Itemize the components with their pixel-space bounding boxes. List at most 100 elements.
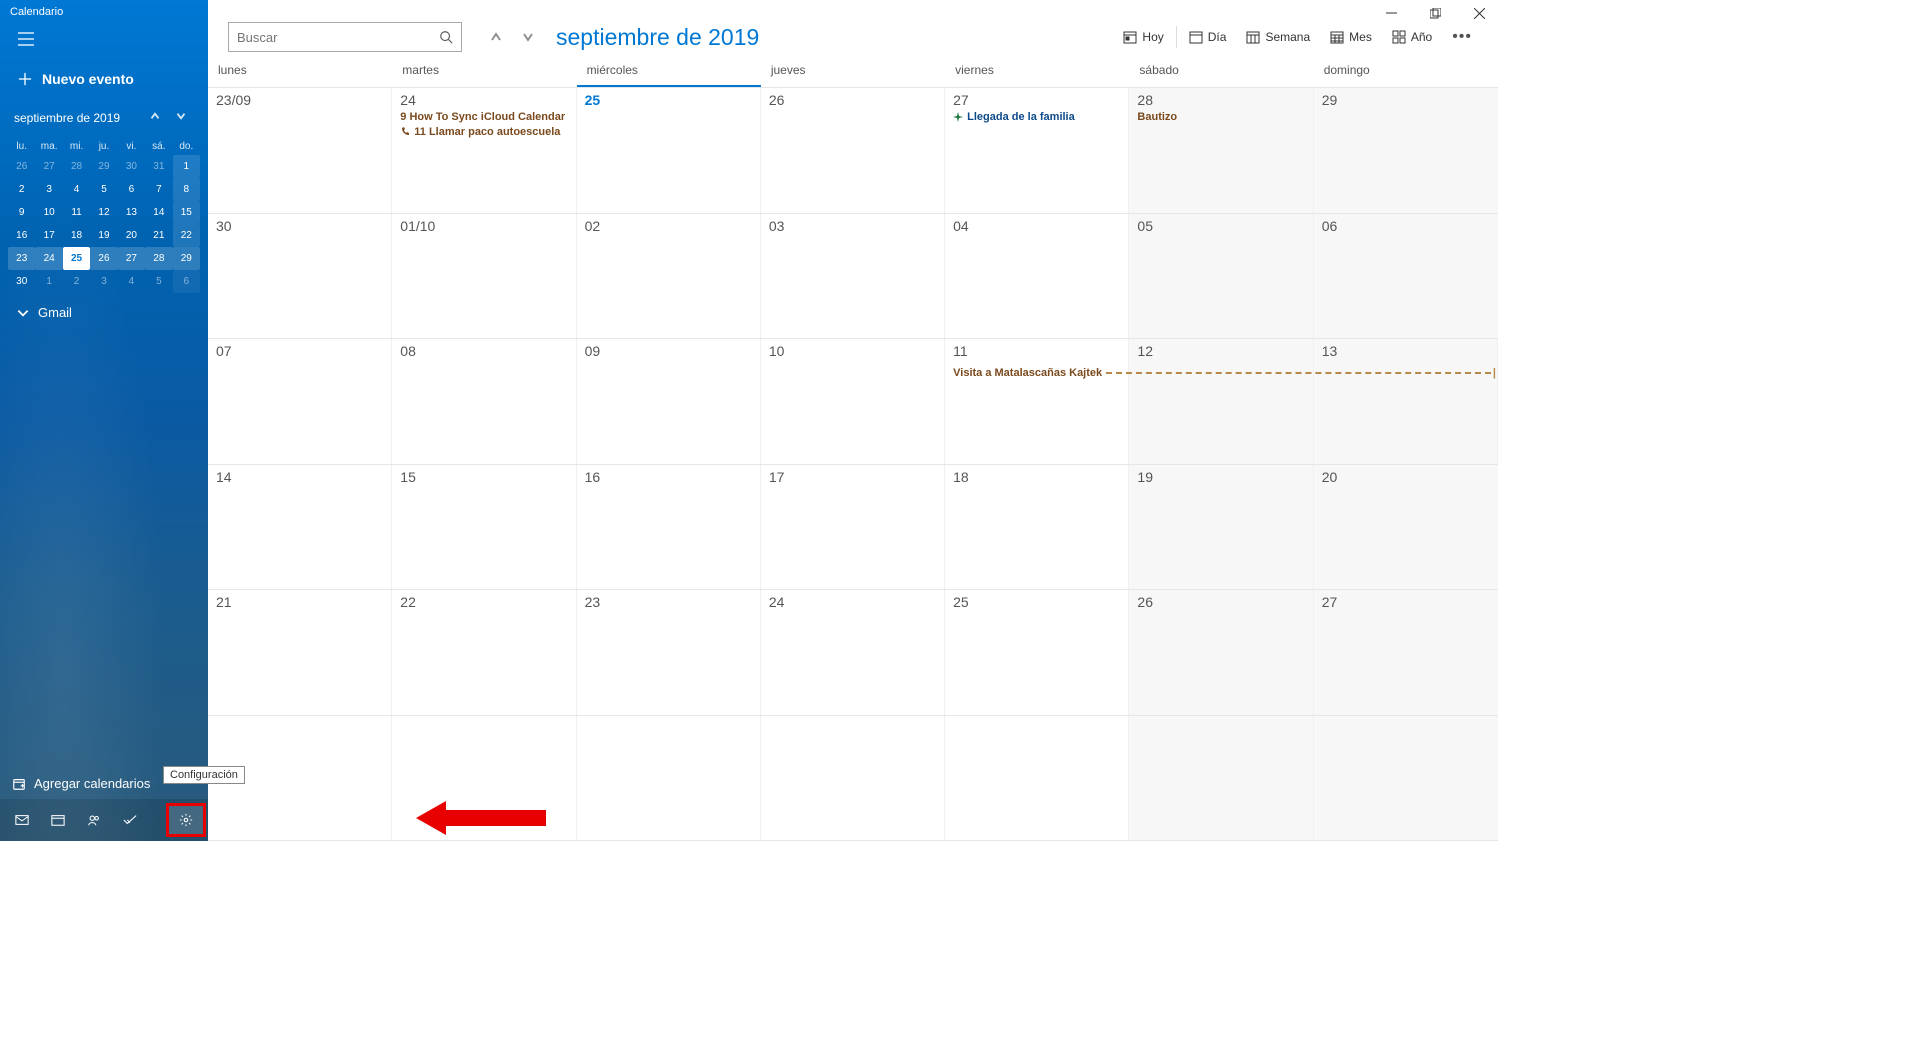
mini-day[interactable]: 17 xyxy=(35,224,62,247)
mini-day[interactable]: 13 xyxy=(118,201,145,224)
calendar-cell[interactable]: 25 xyxy=(945,590,1129,715)
calendar-cell[interactable] xyxy=(208,716,392,841)
mini-day[interactable]: 11 xyxy=(63,201,90,224)
hamburger-button[interactable] xyxy=(0,24,208,61)
account-gmail[interactable]: Gmail xyxy=(0,293,208,332)
calendar-event[interactable]: 9 How To Sync iCloud Calendar With xyxy=(400,111,567,123)
calendar-cell[interactable] xyxy=(1314,716,1498,841)
mini-day[interactable]: 10 xyxy=(35,201,62,224)
search-input[interactable] xyxy=(237,30,439,45)
calendar-cell[interactable]: 27Llegada de la familia xyxy=(945,88,1129,213)
calendar-cell[interactable]: 08 xyxy=(392,339,576,464)
calendar-cell[interactable]: 26 xyxy=(1129,590,1313,715)
mini-day[interactable]: 28 xyxy=(145,247,172,270)
mini-day[interactable]: 27 xyxy=(35,155,62,178)
mini-day[interactable]: 4 xyxy=(63,178,90,201)
mini-day[interactable]: 6 xyxy=(173,270,200,293)
mini-day[interactable]: 26 xyxy=(8,155,35,178)
mini-day[interactable]: 30 xyxy=(118,155,145,178)
calendar-cell[interactable]: 06 xyxy=(1314,214,1498,339)
calendar-cell[interactable] xyxy=(1129,716,1313,841)
calendar-cell[interactable]: 19 xyxy=(1129,465,1313,590)
mail-icon[interactable] xyxy=(4,805,40,835)
calendar-cell[interactable]: 249 How To Sync iCloud Calendar With11 L… xyxy=(392,88,576,213)
day-view-button[interactable]: Día xyxy=(1179,24,1237,50)
calendar-event[interactable]: Bautizo xyxy=(1137,111,1304,123)
mini-day[interactable]: 3 xyxy=(90,270,117,293)
calendar-cell[interactable]: 02 xyxy=(577,214,761,339)
current-month-label[interactable]: septiembre de 2019 xyxy=(556,24,759,51)
mini-day[interactable]: 24 xyxy=(35,247,62,270)
calendar-cell[interactable]: 28Bautizo xyxy=(1129,88,1313,213)
calendar-cell[interactable]: 11 xyxy=(945,339,1129,464)
calendar-cell[interactable]: 01/10 xyxy=(392,214,576,339)
calendar-cell[interactable]: 12 xyxy=(1129,339,1313,464)
mini-day[interactable]: 31 xyxy=(145,155,172,178)
calendar-cell[interactable]: 13 xyxy=(1314,339,1498,464)
mini-day[interactable]: 18 xyxy=(63,224,90,247)
calendar-event[interactable]: Llegada de la familia xyxy=(953,111,1120,123)
mini-day[interactable]: 15 xyxy=(173,201,200,224)
calendar-cell[interactable] xyxy=(577,716,761,841)
prev-month-button[interactable] xyxy=(482,23,510,51)
calendar-event[interactable]: 11 Llamar paco autoescuela xyxy=(400,126,567,138)
multi-day-event[interactable]: Visita a Matalascañas Kajtek| xyxy=(953,365,1496,381)
mini-day[interactable]: 6 xyxy=(118,178,145,201)
calendar-cell[interactable]: 16 xyxy=(577,465,761,590)
mini-day[interactable]: 25 xyxy=(63,247,90,270)
mini-day[interactable]: 29 xyxy=(90,155,117,178)
mini-day[interactable]: 9 xyxy=(8,201,35,224)
mini-day[interactable]: 2 xyxy=(8,178,35,201)
today-button[interactable]: Hoy xyxy=(1113,24,1173,50)
calendar-cell[interactable]: 21 xyxy=(208,590,392,715)
calendar-cell[interactable]: 17 xyxy=(761,465,945,590)
mini-next-button[interactable] xyxy=(168,105,194,130)
calendar-cell[interactable]: 20 xyxy=(1314,465,1498,590)
mini-day[interactable]: 20 xyxy=(118,224,145,247)
calendar-cell[interactable]: 10 xyxy=(761,339,945,464)
month-view-button[interactable]: Mes xyxy=(1320,24,1382,50)
mini-day[interactable]: 1 xyxy=(173,155,200,178)
mini-day[interactable]: 16 xyxy=(8,224,35,247)
mini-day[interactable]: 3 xyxy=(35,178,62,201)
mini-day[interactable]: 29 xyxy=(173,247,200,270)
calendar-cell[interactable] xyxy=(392,716,576,841)
mini-day[interactable]: 23 xyxy=(8,247,35,270)
todo-icon[interactable] xyxy=(112,805,148,835)
next-month-button[interactable] xyxy=(514,23,542,51)
calendar-cell[interactable]: 04 xyxy=(945,214,1129,339)
mini-day[interactable]: 26 xyxy=(90,247,117,270)
calendar-cell[interactable]: 14 xyxy=(208,465,392,590)
week-view-button[interactable]: Semana xyxy=(1236,24,1320,50)
calendar-cell[interactable]: 09 xyxy=(577,339,761,464)
calendar-cell[interactable] xyxy=(945,716,1129,841)
mini-day[interactable]: 19 xyxy=(90,224,117,247)
calendar-cell[interactable]: 07 xyxy=(208,339,392,464)
mini-day[interactable]: 8 xyxy=(173,178,200,201)
calendar-cell[interactable]: 25 xyxy=(577,88,761,213)
calendar-cell[interactable]: 24 xyxy=(761,590,945,715)
mini-day[interactable]: 30 xyxy=(8,270,35,293)
more-button[interactable]: ••• xyxy=(1442,22,1482,52)
calendar-cell[interactable] xyxy=(761,716,945,841)
minimize-button[interactable] xyxy=(1376,2,1406,24)
calendar-cell[interactable]: 15 xyxy=(392,465,576,590)
mini-day[interactable]: 22 xyxy=(173,224,200,247)
calendar-cell[interactable]: 22 xyxy=(392,590,576,715)
calendar-cell[interactable]: 05 xyxy=(1129,214,1313,339)
mini-day[interactable]: 12 xyxy=(90,201,117,224)
calendar-cell[interactable]: 30 xyxy=(208,214,392,339)
calendar-cell[interactable]: 18 xyxy=(945,465,1129,590)
mini-prev-button[interactable] xyxy=(142,105,168,130)
close-button[interactable] xyxy=(1464,2,1494,24)
mini-day[interactable]: 5 xyxy=(90,178,117,201)
settings-icon[interactable] xyxy=(168,805,204,835)
mini-day[interactable]: 1 xyxy=(35,270,62,293)
calendar-cell[interactable]: 23 xyxy=(577,590,761,715)
mini-day[interactable]: 7 xyxy=(145,178,172,201)
mini-day[interactable]: 21 xyxy=(145,224,172,247)
add-calendars-button[interactable]: Agregar calendarios Configuración xyxy=(0,768,208,799)
mini-day[interactable]: 14 xyxy=(145,201,172,224)
calendar-cell[interactable]: 26 xyxy=(761,88,945,213)
calendar-cell[interactable]: 03 xyxy=(761,214,945,339)
